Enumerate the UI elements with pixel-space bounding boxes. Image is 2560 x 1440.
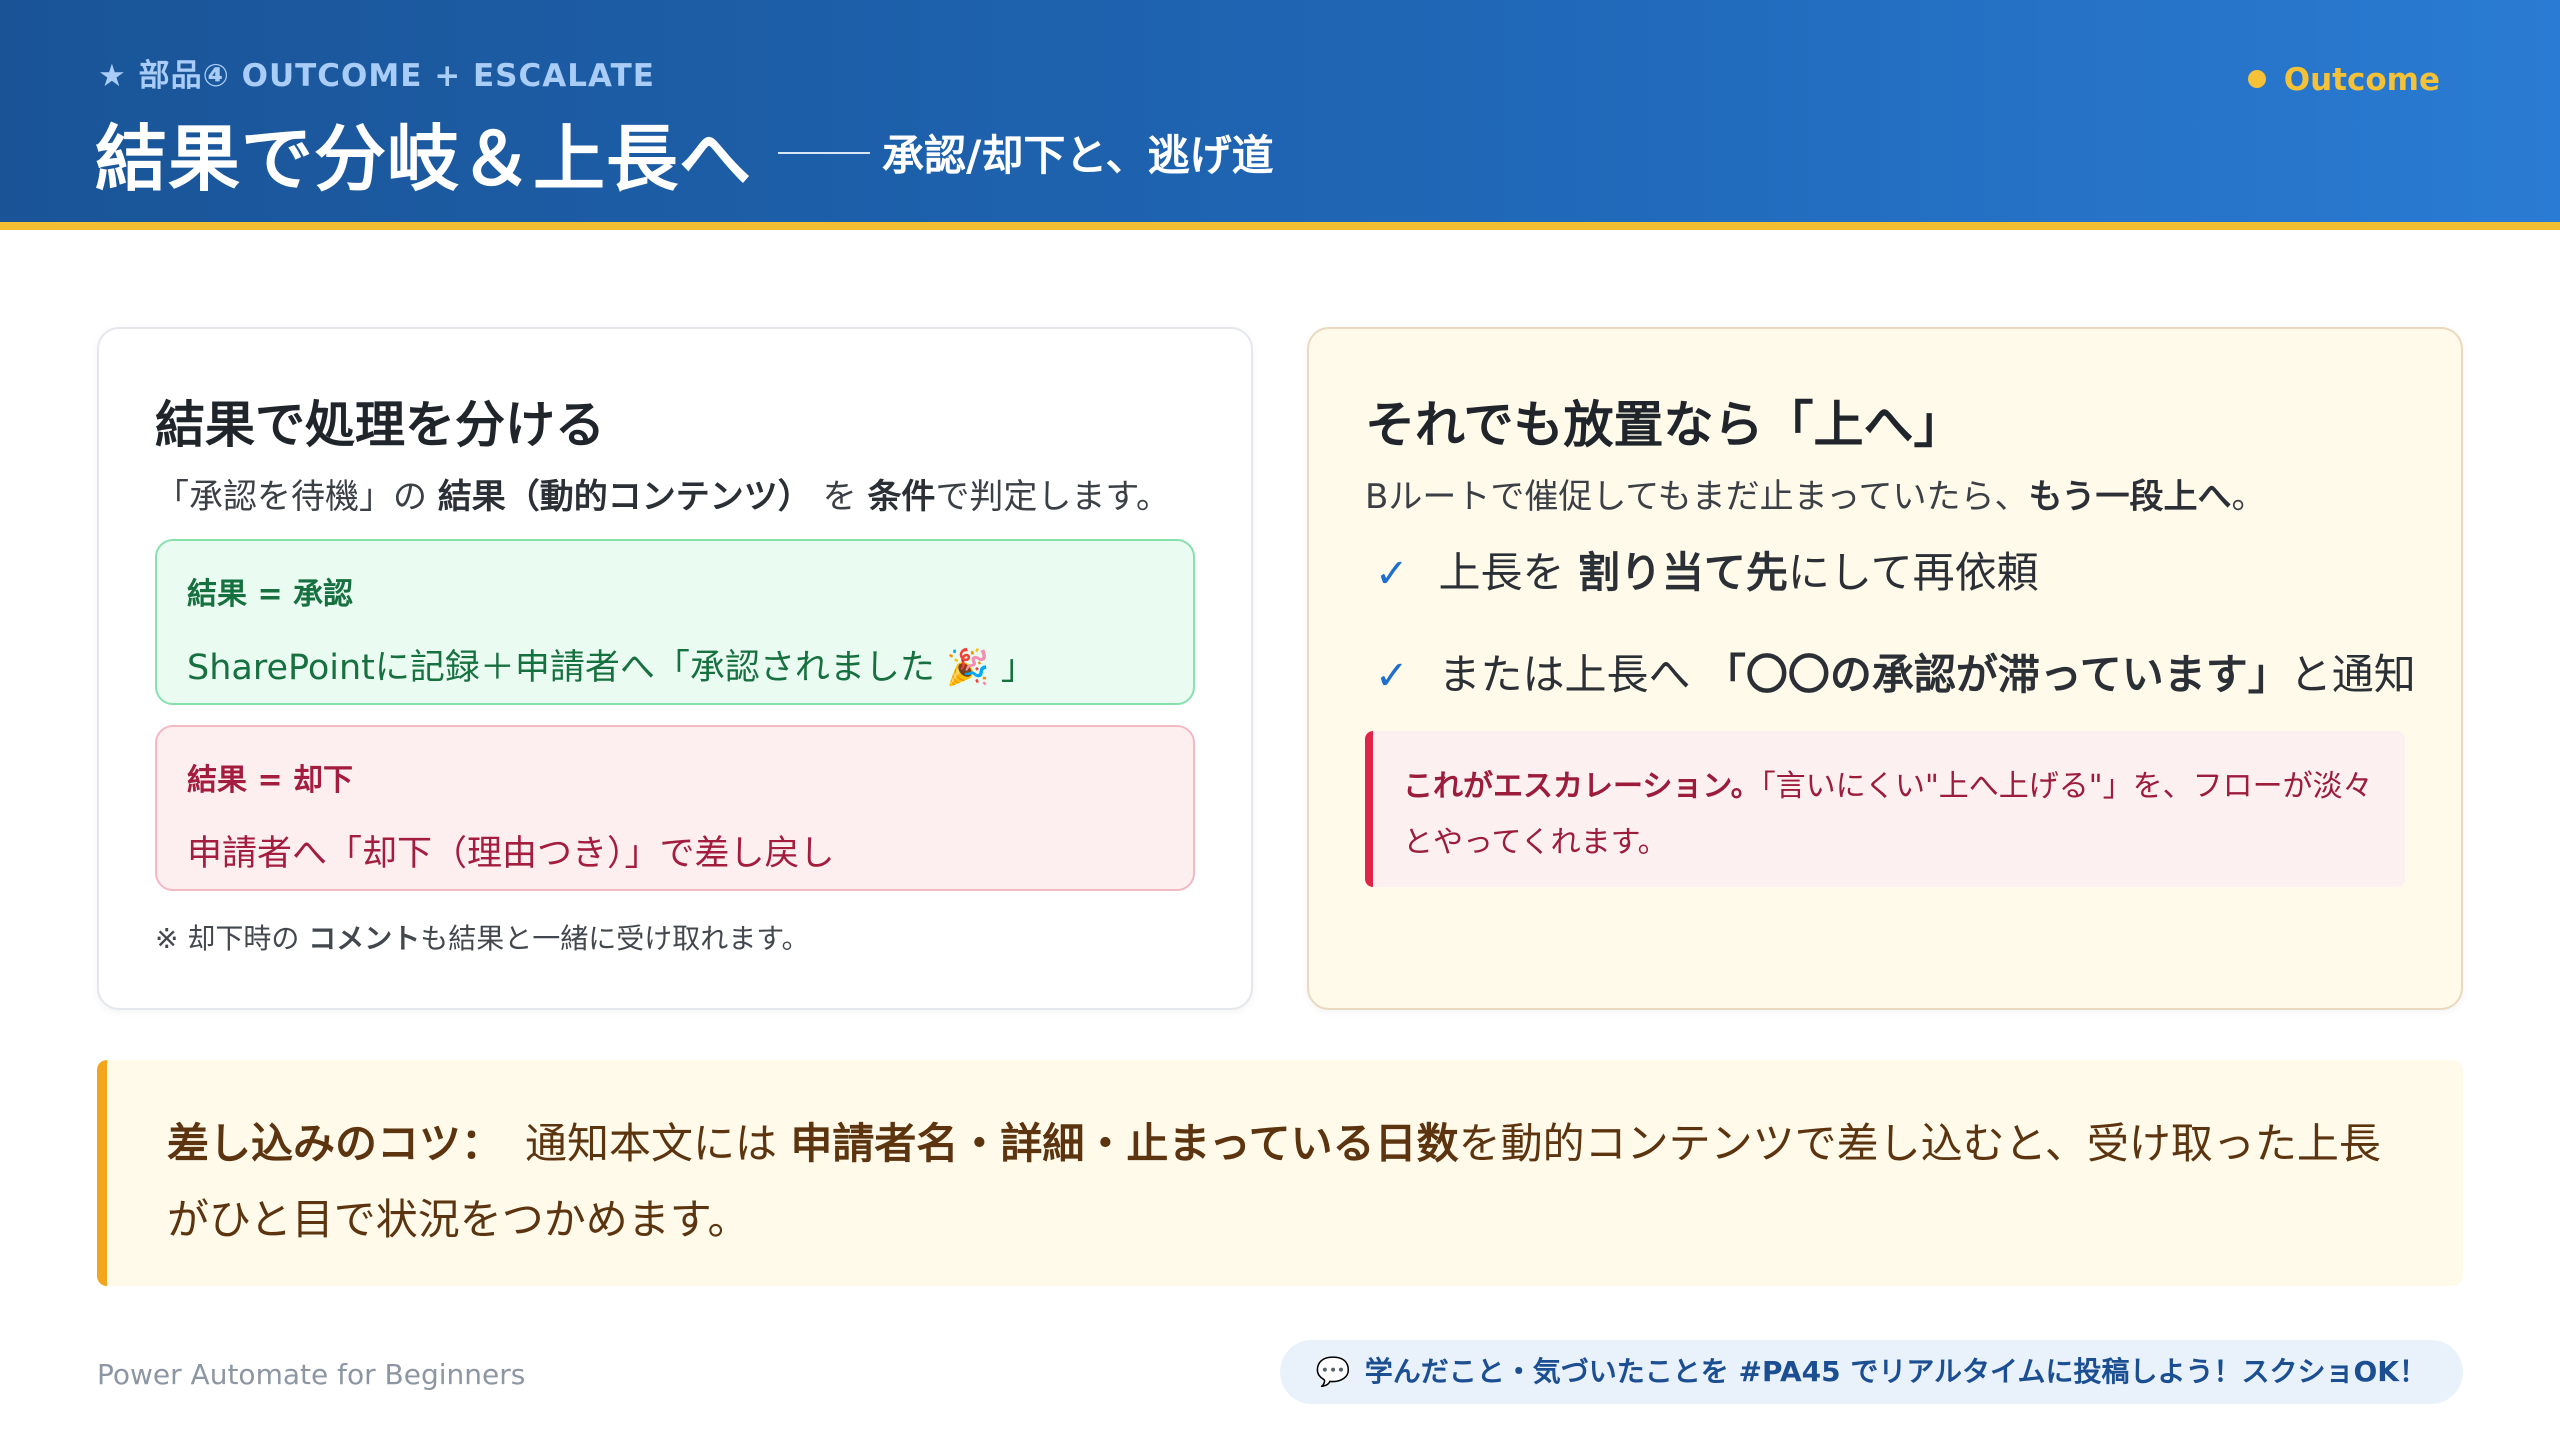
branch-card-title: 結果で処理を分ける: [155, 396, 605, 454]
section-eyebrow: ★ 部品④ OUTCOME + ESCALATE: [98, 50, 655, 95]
note-text: ※ 却下時の: [155, 922, 309, 955]
callout-emphasis: これがエスカレーション。: [1403, 769, 1761, 804]
check-item-notify: ✓ または上長へ 「〇〇の承認が滞っています」と通知: [1375, 641, 2416, 702]
escalate-card-title: それでも放置なら「上へ」: [1365, 396, 1964, 454]
comment-note: ※ 却下時の コメントも結果と一緒に受け取れます。: [155, 917, 809, 957]
speech-bubble-icon: 💬: [1315, 1355, 1351, 1388]
lead-text: を: [811, 477, 868, 517]
tip-text: 通知本文には: [525, 1119, 791, 1168]
section-tag-label: Outcome: [2283, 62, 2440, 98]
escalate-card-lead: Bルートで催促してもまだ止まっていたら、もう一段上へ。: [1365, 469, 2266, 518]
star-icon: ★: [98, 58, 127, 94]
title-dash: [778, 151, 871, 154]
note-emphasis: コメント: [308, 922, 421, 955]
lead-text: Bルートで催促してもまだ止まっていたら、: [1365, 477, 2029, 517]
lead-emphasis: もう一段上へ: [2028, 477, 2232, 517]
title-row: 結果で分岐＆上長へ 承認/却下と、逃げ道: [95, 100, 1274, 205]
page-subtitle: 承認/却下と、逃げ道: [882, 131, 1274, 180]
check-text: と通知: [2289, 650, 2416, 699]
hashtag-pill: 💬 学んだこと・気づいたことを #PA45 でリアルタイムに投稿しよう！スクショO…: [1279, 1340, 2463, 1404]
branch-card: 結果で処理を分ける 「承認を待機」の 結果（動的コンテンツ） を 条件で判定しま…: [97, 327, 1253, 1010]
footer-course-name: Power Automate for Beginners: [97, 1358, 526, 1391]
lead-emphasis: 結果（動的コンテンツ）: [437, 477, 812, 517]
check-emphasis: 「〇〇の承認が滞っています」: [1703, 650, 2290, 699]
branch-card-lead: 「承認を待機」の 結果（動的コンテンツ） を 条件で判定します。: [155, 469, 1170, 518]
check-emphasis: 割り当て先: [1577, 548, 1788, 597]
page-title: 結果で分岐＆上長へ: [95, 117, 753, 201]
check-text: または上長へ: [1438, 650, 1704, 699]
lead-text: 。: [2231, 477, 2266, 517]
lead-text: で判定します。: [935, 477, 1171, 517]
lead-emphasis: 条件: [867, 477, 936, 517]
tip-label: 差し込みのコツ：: [167, 1119, 504, 1168]
escalation-callout: これがエスカレーション。「言いにくい"上へ上げる"」を、フローが淡々とやってくれ…: [1365, 731, 2405, 887]
eyebrow-text: 部品④ OUTCOME + ESCALATE: [138, 58, 655, 94]
check-icon: ✓: [1375, 653, 1409, 699]
dot-icon: [2247, 69, 2266, 88]
reject-result-body: 申請者へ「却下（理由つき）」で差し戻し: [187, 834, 835, 874]
hashtag-pill-text: 学んだこと・気づいたことを #PA45 でリアルタイムに投稿しよう！スクショOK…: [1364, 1355, 2427, 1388]
section-tag: Outcome: [2247, 62, 2440, 98]
approve-result-body: SharePointに記録＋申請者へ「承認されました 🎉 」: [187, 648, 1036, 688]
tip-banner: 差し込みのコツ： 通知本文には 申請者名・詳細・止まっている日数を動的コンテンツで…: [97, 1060, 2463, 1286]
approve-result-box: 結果 = 承認 SharePointに記録＋申請者へ「承認されました 🎉 」: [155, 539, 1195, 705]
note-text: も結果と一緒に受け取れます。: [420, 922, 810, 955]
approve-result-heading: 結果 = 承認: [187, 577, 354, 612]
lead-text: 「承認を待機」の: [155, 477, 438, 517]
reject-result-box: 結果 = 却下 申請者へ「却下（理由つき）」で差し戻し: [155, 725, 1195, 891]
check-text: 上長を: [1438, 548, 1578, 597]
reject-result-heading: 結果 = 却下: [187, 763, 354, 798]
check-icon: ✓: [1375, 551, 1409, 597]
tip-emphasis: 申請者名・詳細・止まっている日数: [790, 1119, 1459, 1168]
escalate-card: それでも放置なら「上へ」 Bルートで催促してもまだ止まっていたら、もう一段上へ。…: [1307, 327, 2463, 1010]
check-text: にして再依頼: [1787, 548, 2039, 597]
check-item-reassign: ✓ 上長を 割り当て先にして再依頼: [1375, 539, 2039, 600]
header-banner: ★ 部品④ OUTCOME + ESCALATE 結果で分岐＆上長へ 承認/却下と…: [0, 0, 2560, 230]
